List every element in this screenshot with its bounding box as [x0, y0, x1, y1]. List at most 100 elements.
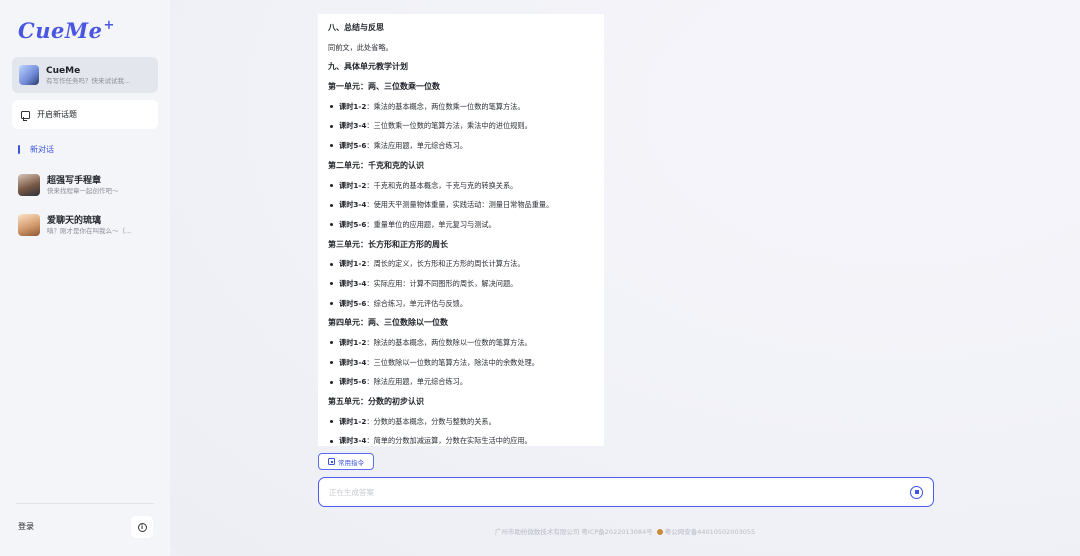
list-item: 课时3-4 ：简单的分数加减运算，分数在实际生活中的应用。 [328, 431, 594, 446]
section-heading: 第五单元：分数的初步认识 [328, 397, 424, 407]
lesson-label: 课时1-2 [339, 416, 367, 426]
login-link[interactable]: 登录 [18, 521, 34, 532]
bot-name: 超强写手程章 [47, 175, 102, 186]
list-item: 课时1-2 ：分数的基本概念，分数与整数的关系。 [328, 412, 594, 432]
lesson-label: 课时1-2 [339, 259, 367, 269]
sidebar: CueMe+ CueMe 有写作任务吗？快来试试我... 开启新话题 新对话 超… [0, 0, 170, 556]
bot-avatar [18, 174, 40, 196]
list-item: 课时1-2 ：千克和克的基本概念，千克与克的转换关系。 [328, 176, 594, 196]
list-item: 课时5-6 ：重量单位的应用题，单元复习与测试。 [328, 215, 594, 235]
lesson-label: 课时5-6 [339, 219, 367, 229]
lesson-text: ：乘法的基本概念，两位数乘一位数的笔算方法。 [366, 101, 525, 111]
lesson-label: 课时1-2 [339, 180, 367, 190]
list-item: 课时5-6 ：除法应用题，单元综合练习。 [328, 372, 594, 392]
list-item: 课时3-4 ：三位数除以一位数的笔算方法，除法中的余数处理。 [328, 353, 594, 373]
lesson-label: 课时1-2 [339, 338, 367, 347]
sidebar-item-bot[interactable]: 超强写手程章 快来找程章一起创作吧～ [18, 172, 158, 198]
answer-document: 八、总结与反思 同前文，此处省略。九、具体单元教学计划第一单元：两、三位数乘一位数… [318, 14, 604, 446]
assistant-subtitle: 有写作任务吗？快来试试我... [46, 76, 131, 85]
common-commands-label: 常用指令 [338, 458, 364, 467]
bullet-icon [330, 223, 333, 227]
assistant-avatar [19, 65, 39, 85]
bullet-icon [330, 380, 333, 384]
stop-generating-button[interactable] [910, 485, 923, 499]
list-item: 课时3-4 ：三位数乘一位数的笔算方法，乘法中的进位规则。 [328, 116, 594, 136]
sidebar-item-new-chat[interactable]: 新对话 [18, 143, 54, 155]
lesson-label: 课时5-6 [339, 141, 367, 151]
list-item: 课时1-2 ：乘法的基本概念，两位数乘一位数的笔算方法。 [328, 97, 594, 117]
bullet-icon [330, 301, 333, 305]
bullet-icon [330, 420, 333, 424]
bullet-icon [330, 124, 333, 128]
assistant-card-cueme[interactable]: CueMe 有写作任务吗？快来试试我... [12, 57, 158, 93]
lesson-label: 课时5-6 [339, 377, 367, 387]
chat-bubble-icon [21, 110, 30, 121]
lesson-text: ：重量单位的应用题，单元复习与测试。 [366, 219, 496, 229]
list-item: 课时5-6 ：综合练习，单元评估与反馈。 [328, 294, 594, 314]
lesson-label: 课时3-4 [339, 200, 367, 210]
bullet-icon [330, 262, 333, 266]
lesson-text: ：三位数除以一位数的笔算方法，除法中的余数处理。 [366, 357, 539, 367]
stop-generating-icon [914, 490, 919, 494]
divider [16, 503, 154, 504]
section-heading: 第二单元：千克和克的认识 [328, 160, 424, 170]
list-item: 课时1-2 ：周长的定义，长方形和正方形的周长计算方法。 [328, 254, 594, 274]
lesson-text: ：千克和克的基本概念，千克与克的转换关系。 [366, 180, 518, 190]
lesson-label: 课时3-4 [339, 278, 367, 288]
bullet-icon [330, 183, 333, 187]
chat-input[interactable] [329, 487, 910, 497]
lesson-label: 课时1-2 [339, 101, 367, 111]
list-item: 课时1-2 ：除法的基本概念，两位数除以一位数的笔算方法。 [328, 333, 594, 353]
main-panel: 八、总结与反思 同前文，此处省略。九、具体单元教学计划第一单元：两、三位数乘一位数… [170, 0, 1080, 556]
lesson-text: ：分数的基本概念，分数与整数的关系。 [366, 416, 496, 426]
footer-icp[interactable]: 广州市助纷微数技术有限公司 粤ICP备2022013084号 [495, 528, 653, 536]
app-logo[interactable]: CueMe+ [18, 18, 115, 43]
lesson-text: ：简单的分数加减运算，分数在实际生活中的应用。 [366, 436, 532, 446]
lesson-label: 课时3-4 [339, 121, 367, 131]
assistant-name: CueMe [46, 65, 81, 76]
section-heading: 八、总结与反思 [328, 23, 384, 32]
bot-name: 爱聊天的琉璃 [47, 215, 102, 226]
bullet-icon [330, 341, 333, 345]
sidebar-item-bot[interactable]: 爱聊天的琉璃 嗔？刚才是你在叫我么～（... [18, 212, 158, 238]
command-icon [328, 458, 335, 465]
lesson-text: ：周长的定义，长方形和正方形的周长计算方法。 [366, 259, 525, 269]
section-heading: 九、具体单元教学计划 [328, 62, 408, 72]
bullet-icon [330, 203, 333, 207]
lesson-label: 课时3-4 [339, 357, 367, 367]
bullet-icon [330, 282, 333, 286]
bullet-icon [330, 144, 333, 148]
common-commands-button[interactable]: 常用指令 [318, 453, 374, 470]
lesson-text: ：实际应用：计算不同图形的周长，解决问题。 [366, 278, 518, 288]
chat-input-box[interactable] [318, 477, 934, 507]
active-indicator [18, 144, 20, 154]
info-icon: i [137, 522, 147, 532]
bullet-icon [330, 439, 333, 443]
lesson-text: ：乘法应用题，单元综合练习。 [366, 141, 468, 151]
lesson-label: 课时5-6 [339, 298, 367, 308]
new-topic-button[interactable]: 开启新话题 [12, 100, 158, 129]
info-button[interactable]: i [131, 516, 153, 538]
bot-avatar [18, 214, 40, 236]
lesson-text: ：综合练习，单元评估与反馈。 [366, 298, 468, 308]
list-item: 课时3-4 ：使用天平测量物体重量，实践活动：测量日常物品重量。 [328, 195, 594, 215]
footer-record: 广州市助纷微数技术有限公司 粤ICP备2022013084号 粤公网安备4401… [170, 526, 1080, 536]
bot-subtitle: 嗔？刚才是你在叫我么～（... [47, 226, 132, 235]
police-badge-icon [656, 529, 663, 535]
new-topic-label: 开启新话题 [37, 110, 77, 119]
bot-subtitle: 快来找程章一起创作吧～ [47, 186, 119, 195]
lesson-text: ：除法应用题，单元综合练习。 [366, 377, 468, 387]
lesson-text: ：使用天平测量物体重量，实践活动：测量日常物品重量。 [366, 200, 554, 210]
section-heading: 第一单元：两、三位数乘一位数 [328, 82, 440, 92]
section-heading: 第三单元：长方形和正方形的周长 [328, 239, 448, 249]
new-chat-label: 新对话 [30, 144, 54, 154]
paragraph: 同前文，此处省略。 [328, 42, 393, 52]
list-item: 课时3-4 ：实际应用：计算不同图形的周长，解决问题。 [328, 274, 594, 294]
footer-police-record[interactable]: 粤公网安备44010502003055 [665, 528, 755, 536]
lesson-text: ：三位数乘一位数的笔算方法，乘法中的进位规则。 [366, 121, 532, 131]
list-item: 课时5-6 ：乘法应用题，单元综合练习。 [328, 136, 594, 156]
lesson-text: ：除法的基本概念，两位数除以一位数的笔算方法。 [366, 338, 532, 347]
section-heading: 第四单元：两、三位数除以一位数 [328, 318, 448, 328]
bullet-icon [330, 361, 333, 365]
bullet-icon [330, 105, 333, 109]
